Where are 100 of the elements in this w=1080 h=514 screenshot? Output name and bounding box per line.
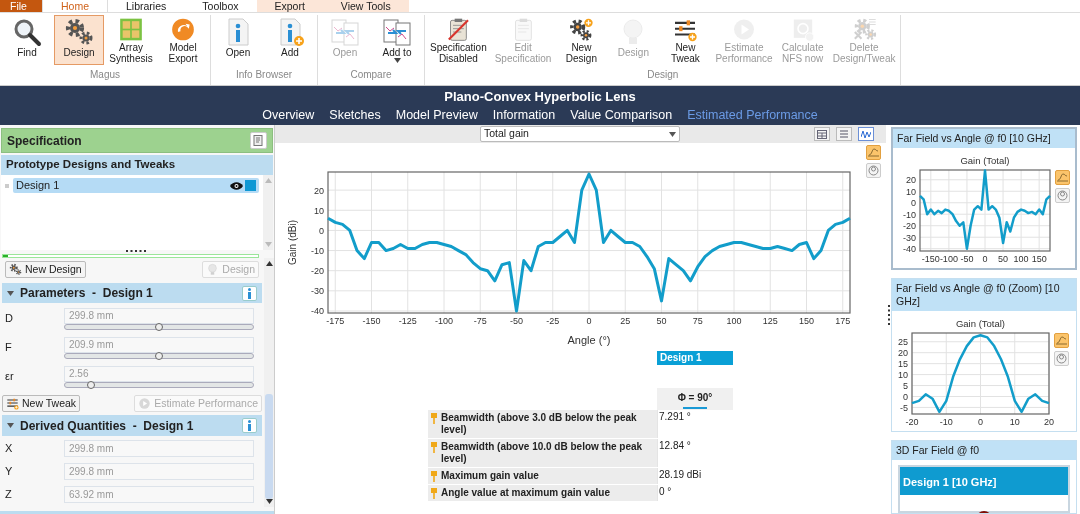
group-label: Design xyxy=(647,68,679,82)
ribbon-button[interactable]: New Design xyxy=(556,15,607,65)
tick-label: -10 xyxy=(903,209,916,220)
scrollbar-thumb[interactable] xyxy=(265,394,273,499)
slider[interactable] xyxy=(64,323,254,330)
derived-field: 63.92 mm xyxy=(64,485,254,503)
splitter-grip-icon[interactable] xyxy=(887,305,890,325)
compare-icon xyxy=(382,17,412,47)
nav-link[interactable]: Sketches xyxy=(329,107,381,123)
tick-label: 25 xyxy=(620,316,631,326)
parameter-label: F xyxy=(4,340,13,356)
tick-label: 0 xyxy=(978,417,983,427)
nav-link[interactable]: Estimated Performance xyxy=(687,107,818,123)
line-view-button[interactable] xyxy=(1054,333,1069,348)
tick-label: -100 xyxy=(435,316,453,326)
tick-label: 150 xyxy=(1031,254,1047,264)
line-view-button[interactable] xyxy=(866,145,881,160)
ribbon-tab[interactable]: Export xyxy=(256,0,323,12)
ribbon-button[interactable]: Array Synthesis xyxy=(106,15,156,65)
nav-link[interactable]: Overview xyxy=(262,107,315,123)
line-view-button[interactable] xyxy=(1055,170,1070,185)
tick-label: -10 xyxy=(311,246,324,257)
parameter-label: εr xyxy=(4,369,15,385)
view-dropdown[interactable]: Total gain xyxy=(480,126,680,142)
caret-icon xyxy=(264,178,272,183)
ribbon-button[interactable]: Design xyxy=(54,15,104,65)
scrollbar[interactable] xyxy=(264,258,274,507)
tick-label: 50 xyxy=(656,316,667,326)
polar-view-button[interactable] xyxy=(1055,188,1070,203)
pin-icon xyxy=(431,413,437,424)
panel-title: Far Field vs Angle @ f0 [10 GHz] xyxy=(897,132,1052,145)
derived-field: 299.8 mm xyxy=(64,439,254,457)
ribbon-button[interactable]: Open xyxy=(213,15,263,65)
ribbon-tab[interactable]: Toolbox xyxy=(184,0,257,12)
ribbon-tab[interactable]: Home xyxy=(42,0,108,12)
tick-label: 15 xyxy=(898,359,908,370)
chart-panel[interactable]: Far Field vs Angle @ f0 (Zoom) [10 GHz] Gain (Total) -20 -10 0 10 20 -5 0 5 10 15 20 25 xyxy=(891,278,1077,432)
tick-label: 20 xyxy=(898,348,908,359)
tree-bullet-icon xyxy=(5,183,9,188)
tick-label: -100 xyxy=(939,254,958,264)
tick-label: 100 xyxy=(1013,254,1029,264)
slider-thumb[interactable] xyxy=(87,380,96,389)
slider[interactable] xyxy=(64,381,254,388)
compare-icon xyxy=(330,17,360,47)
design-item[interactable]: Design 1 xyxy=(13,178,259,193)
tick-label: 25 xyxy=(898,337,908,348)
axis-title: Angle (°) xyxy=(567,334,611,346)
group-label: Compare xyxy=(350,68,392,82)
panel-title: Specification xyxy=(7,132,82,150)
slider-thumb[interactable] xyxy=(155,351,163,360)
ribbon-button[interactable]: Add xyxy=(265,15,315,65)
chart-panel[interactable]: Far Field vs Angle @ f0 [10 GHz] Gain (Total) -150-100 -50 0 50 100 150 -40 -30 -20 -10 0 10 20 xyxy=(891,127,1077,270)
nav-link[interactable]: Model Preview xyxy=(395,107,478,123)
tick-label: 0 xyxy=(319,225,324,236)
info-icon xyxy=(247,287,252,299)
tick-label: 100 xyxy=(726,316,742,326)
tick-label: 10 xyxy=(906,186,916,197)
ribbon-button[interactable]: Model Export xyxy=(158,15,208,65)
splitter-grip-icon[interactable] xyxy=(126,250,148,253)
pin-icon xyxy=(431,471,437,482)
caret-icon xyxy=(265,261,273,266)
ribbon-tab[interactable]: View Tools xyxy=(322,0,409,12)
slider[interactable] xyxy=(64,352,254,359)
chart-view-button[interactable] xyxy=(858,127,874,141)
ribbon-button[interactable]: New Tweak xyxy=(660,15,711,65)
tick-label: -30 xyxy=(311,286,324,297)
info-button[interactable] xyxy=(242,418,257,433)
panel-button[interactable]: New Design xyxy=(5,261,86,278)
scrollbar[interactable] xyxy=(263,175,273,250)
panel-title: 3D Far Field @ f0 xyxy=(896,444,980,457)
magnifier-icon xyxy=(12,17,42,47)
ribbon-tab[interactable]: Libraries xyxy=(108,0,185,12)
polar-view-button[interactable] xyxy=(866,163,881,178)
tick-label: -175 xyxy=(326,316,345,326)
ribbon-button[interactable]: Find xyxy=(2,15,52,65)
gears-icon xyxy=(64,17,94,47)
result-label: Angle value at maximum gain value xyxy=(441,487,610,499)
panel-button[interactable]: New Tweak xyxy=(2,395,81,412)
list-view-button[interactable] xyxy=(836,127,852,141)
derived-label: Z xyxy=(4,486,13,502)
export-spec-button[interactable] xyxy=(250,132,267,149)
nav-link[interactable]: Information xyxy=(492,107,556,123)
ribbon-tab[interactable]: File xyxy=(0,0,42,12)
nav-link[interactable]: Value Comparison xyxy=(570,107,673,123)
tick-label: 0 xyxy=(903,392,908,402)
tick-label: 20 xyxy=(314,185,324,196)
table-view-button[interactable] xyxy=(814,127,830,141)
line-chart-icon xyxy=(1056,336,1067,345)
chart-panel[interactable]: 3D Far Field @ f0 Design 1 [10 GHz] xyxy=(891,440,1077,514)
derived-label: Y xyxy=(4,463,14,479)
panel-title: Far Field vs Angle @ f0 (Zoom) [10 GHz] xyxy=(896,282,1061,308)
slider-thumb[interactable] xyxy=(155,322,163,331)
caret-icon xyxy=(7,423,14,428)
info-button[interactable] xyxy=(242,285,257,301)
ribbon-button[interactable]: Specification Disabled xyxy=(427,15,490,65)
list-icon xyxy=(839,129,849,139)
tick-label: -150 xyxy=(921,254,940,264)
polar-view-button[interactable] xyxy=(1054,351,1069,366)
ribbon-button[interactable]: Add to xyxy=(372,15,422,65)
caret-icon xyxy=(7,290,14,296)
